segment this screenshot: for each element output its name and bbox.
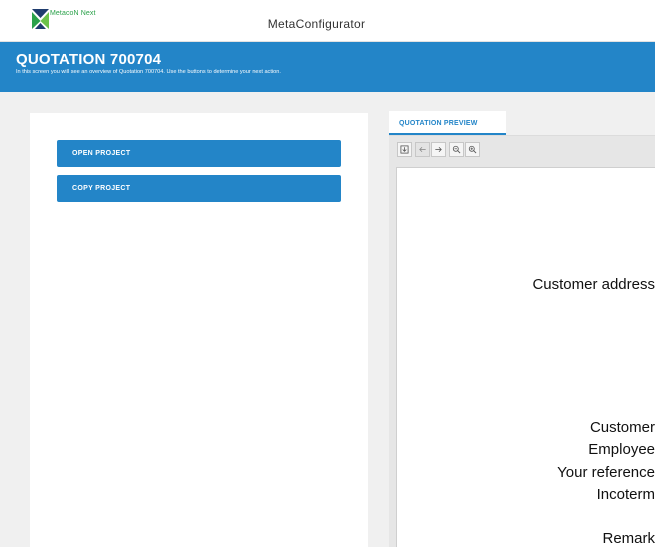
page-title: QUOTATION 700704 bbox=[16, 51, 162, 68]
page-header: QUOTATION 700704 In this screen you will… bbox=[0, 42, 655, 92]
zoom-out-icon bbox=[452, 145, 461, 154]
doc-remark: Remark bbox=[602, 530, 655, 547]
download-button[interactable] bbox=[397, 142, 412, 157]
open-project-button[interactable]: OPEN PROJECT bbox=[57, 140, 341, 167]
top-bar: MetacoN Next MetaConfigurator bbox=[0, 0, 655, 42]
arrow-right-icon bbox=[435, 146, 442, 153]
app-title: MetaConfigurator bbox=[267, 17, 366, 31]
actions-panel: OPEN PROJECT COPY PROJECT bbox=[30, 113, 368, 547]
arrow-left-icon bbox=[419, 146, 426, 153]
doc-your-reference: Your reference bbox=[557, 464, 655, 481]
next-page-button[interactable] bbox=[431, 142, 446, 157]
copy-project-button[interactable]: COPY PROJECT bbox=[57, 175, 341, 202]
doc-customer-address: Customer address bbox=[532, 276, 655, 293]
zoom-out-button[interactable] bbox=[449, 142, 464, 157]
quotation-document-page: Customer address Customer Employee Your … bbox=[396, 167, 655, 547]
previous-page-button[interactable] bbox=[415, 142, 430, 157]
preview-toolbar bbox=[397, 142, 481, 158]
zoom-in-icon bbox=[468, 145, 477, 154]
doc-incoterm: Incoterm bbox=[596, 486, 655, 503]
zoom-in-button[interactable] bbox=[465, 142, 480, 157]
doc-customer: Customer bbox=[589, 419, 655, 436]
tab-quotation-preview[interactable]: QUOTATION PREVIEW bbox=[389, 111, 506, 135]
logo-text: MetacoN Next bbox=[50, 10, 96, 17]
page-subtitle: In this screen you will see an overview … bbox=[16, 69, 281, 75]
doc-employee: Employee bbox=[588, 441, 655, 458]
download-icon bbox=[400, 145, 409, 154]
